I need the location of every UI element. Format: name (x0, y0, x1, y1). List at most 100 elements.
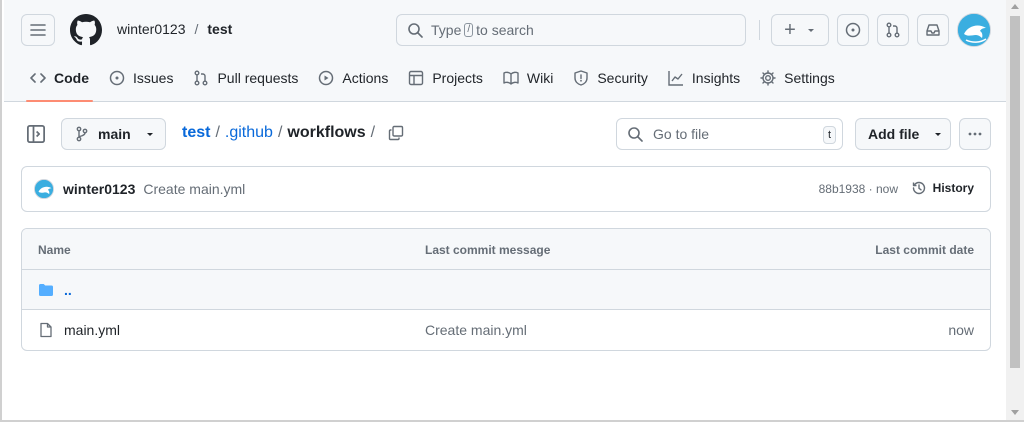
context-separator: / (194, 21, 199, 37)
tab-projects[interactable]: Projects (398, 62, 493, 94)
parent-directory-row[interactable]: .. (22, 270, 990, 310)
gear-icon (760, 70, 776, 86)
graph-icon (668, 71, 683, 86)
dolphin-avatar-icon (958, 14, 990, 46)
tab-label: Code (54, 70, 89, 86)
breadcrumb-separator: / (277, 124, 283, 141)
tab-label: Issues (133, 70, 174, 86)
repo-nav: Code Issues Pull requests Actions Projec… (4, 62, 845, 102)
commit-message[interactable]: Create main.yml (143, 181, 245, 197)
scrollbar-thumb[interactable] (1010, 16, 1020, 368)
code-icon (30, 73, 46, 83)
branch-name: main (98, 126, 131, 142)
hamburger-icon (30, 24, 46, 36)
breadcrumb-separator: / (370, 124, 376, 141)
search-suffix: to search (476, 22, 534, 38)
search-shortcut-key: / (464, 23, 474, 37)
shield-icon (574, 70, 589, 86)
tab-wiki[interactable]: Wiki (493, 62, 563, 94)
file-commit-message[interactable]: Create main.yml (425, 322, 527, 338)
tab-label: Pull requests (217, 70, 299, 86)
column-commit-message: Last commit message (425, 243, 551, 257)
chevron-down-icon (146, 133, 153, 136)
tab-insights[interactable]: Insights (658, 62, 750, 94)
scroll-up-arrow-icon[interactable] (1011, 4, 1019, 9)
go-to-file-placeholder: Go to file (653, 126, 710, 142)
tab-label: Security (597, 70, 648, 86)
breadcrumb: test / .github / workflows / (182, 124, 404, 142)
history-icon (912, 181, 925, 195)
issue-icon (109, 70, 125, 86)
breadcrumb-separator: / (215, 124, 220, 141)
parent-directory-link[interactable]: .. (64, 282, 72, 298)
author-avatar[interactable] (34, 179, 54, 199)
repo-link[interactable]: test (207, 21, 232, 37)
issues-button[interactable] (837, 14, 869, 46)
tab-security[interactable]: Security (563, 62, 658, 94)
column-commit-date: Last commit date (875, 243, 974, 257)
chevron-down-icon (935, 133, 942, 136)
git-branch-icon (76, 126, 88, 142)
repo-header: winter0123 / test Type / to search + Cod… (4, 0, 1008, 102)
pull-requests-button[interactable] (877, 14, 909, 46)
vertical-scrollbar[interactable] (1006, 0, 1024, 420)
copy-icon[interactable] (388, 125, 404, 141)
history-label: History (932, 181, 974, 195)
add-file-label: Add file (868, 126, 920, 142)
breadcrumb-repo[interactable]: test (182, 124, 210, 142)
header-divider (759, 20, 760, 40)
history-button[interactable]: History (911, 180, 974, 196)
go-to-file-input[interactable]: Go to file t (616, 118, 843, 150)
search-icon (628, 127, 643, 142)
file-commit-date: now (948, 322, 974, 338)
menu-button[interactable] (21, 14, 55, 46)
owner-link[interactable]: winter0123 (117, 21, 186, 37)
global-search-input[interactable]: Type / to search (396, 14, 746, 46)
scroll-down-arrow-icon[interactable] (1011, 410, 1019, 415)
tab-issues[interactable]: Issues (99, 62, 183, 94)
tab-code[interactable]: Code (20, 62, 99, 102)
inbox-icon (926, 24, 940, 36)
commit-sha-time[interactable]: 88b1938 · now (819, 182, 898, 196)
kebab-horizontal-icon (968, 132, 982, 136)
file-name-link[interactable]: main.yml (64, 322, 120, 338)
tab-label: Insights (691, 70, 741, 86)
github-logo-icon[interactable] (70, 14, 102, 46)
book-icon (503, 71, 519, 85)
go-to-file-shortcut: t (822, 126, 836, 144)
play-icon (319, 70, 334, 86)
repo-context: winter0123 / test (117, 21, 232, 37)
tab-label: Projects (432, 70, 483, 86)
browser-frame: winter0123 / test Type / to search + Cod… (0, 0, 1024, 422)
breadcrumb-current: workflows (287, 124, 366, 141)
pull-request-icon (194, 70, 208, 86)
latest-commit-bar: winter0123 Create main.yml 88b1938 · now… (21, 166, 991, 212)
tab-label: Settings (784, 70, 835, 86)
dolphin-avatar-icon (35, 180, 53, 198)
search-prefix: Type (431, 22, 462, 38)
folder-icon (39, 284, 53, 296)
sidebar-expand-icon[interactable] (26, 124, 46, 144)
more-options-button[interactable] (959, 118, 991, 150)
tab-label: Actions (342, 70, 389, 86)
tab-settings[interactable]: Settings (750, 62, 845, 94)
create-new-button[interactable]: + (771, 14, 829, 46)
tab-pull-requests[interactable]: Pull requests (183, 62, 308, 94)
tab-label: Wiki (526, 70, 554, 86)
table-icon (409, 70, 424, 86)
breadcrumb-github[interactable]: .github (225, 124, 273, 142)
add-file-button[interactable]: Add file (855, 118, 951, 150)
commit-author[interactable]: winter0123 (63, 181, 135, 197)
table-row[interactable]: main.yml Create main.yml now (22, 310, 990, 350)
git-pull-request-icon (886, 22, 900, 38)
column-name: Name (38, 243, 71, 257)
chevron-down-icon (807, 29, 814, 32)
issue-opened-icon (845, 22, 861, 38)
file-icon (40, 322, 52, 338)
branch-selector[interactable]: main (61, 118, 166, 150)
search-icon (408, 23, 423, 38)
inbox-button[interactable] (917, 14, 949, 46)
user-avatar[interactable] (957, 13, 991, 47)
tab-actions[interactable]: Actions (308, 62, 398, 94)
plus-icon: + (784, 19, 796, 41)
